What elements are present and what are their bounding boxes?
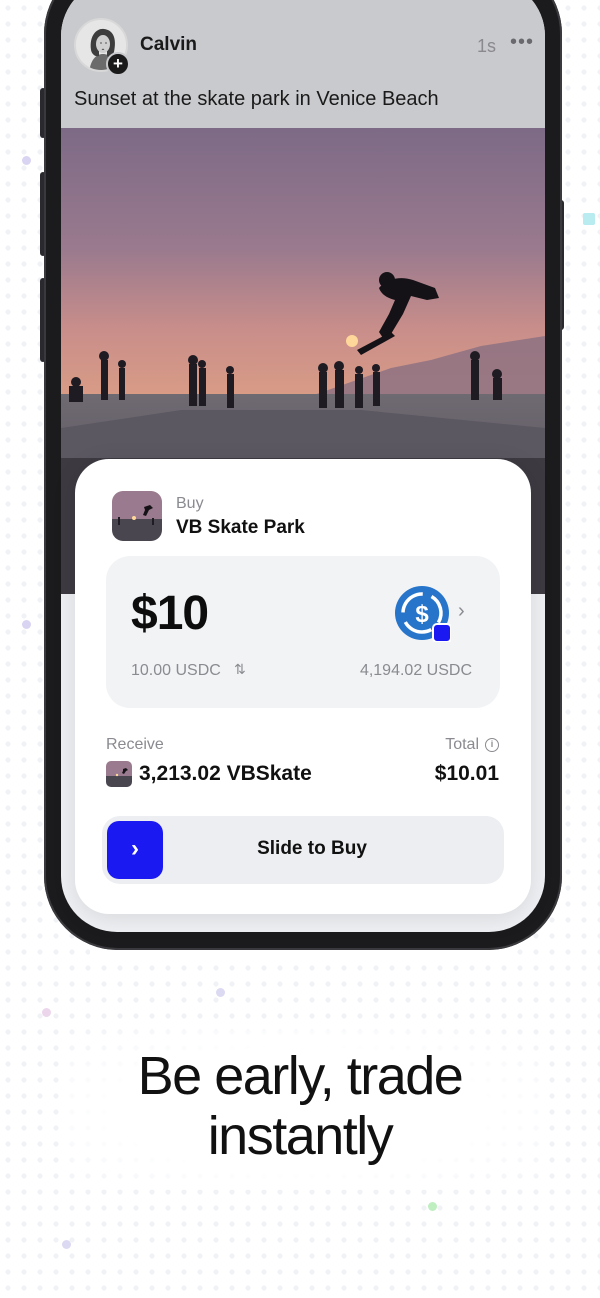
follow-plus-icon[interactable]: +: [106, 52, 130, 76]
total-label: Total: [445, 736, 479, 753]
chevron-right-icon[interactable]: ›: [458, 600, 465, 623]
background-speck: [42, 1008, 51, 1017]
background-speck: [62, 1240, 71, 1249]
buy-sheet: Buy VB Skate Park $10 $ › 10.00 USDC ⇅ 4…: [75, 459, 531, 914]
receive-token-thumbnail: [106, 761, 132, 787]
more-horizontal-icon[interactable]: •••: [510, 31, 534, 54]
receive-label: Receive: [106, 736, 164, 753]
slide-to-buy-label: Slide to Buy: [257, 838, 367, 859]
headline: Be early, trade instantly: [0, 1046, 600, 1166]
slider-knob-chevron-right-icon[interactable]: ›: [107, 821, 163, 879]
headline-line-1: Be early, trade: [137, 1046, 464, 1106]
headline-line-2: instantly: [207, 1106, 394, 1166]
usdc-amount: 10.00 USDC: [131, 662, 221, 679]
amount-input-box[interactable]: $10 $ › 10.00 USDC ⇅ 4,194.02 USDC: [106, 556, 500, 708]
background-speck: [22, 620, 31, 629]
buy-label: Buy: [176, 495, 204, 512]
swap-icon[interactable]: ⇅: [234, 661, 246, 678]
token-name: VB Skate Park: [176, 517, 305, 538]
svg-text:$: $: [415, 601, 429, 628]
background-speck: [583, 213, 595, 225]
background-speck: [428, 1202, 437, 1211]
receive-amount: 3,213.02 VBSkate: [139, 762, 312, 785]
usdc-token-icon[interactable]: $: [395, 586, 452, 643]
info-icon[interactable]: i: [485, 738, 499, 752]
slide-to-buy-slider[interactable]: Slide to Buy ›: [102, 816, 504, 884]
background-speck: [22, 156, 31, 165]
post-caption: Sunset at the skate park in Venice Beach: [74, 88, 439, 110]
post-header: + Calvin 1s ••• Sunset at the skate park…: [61, 0, 545, 128]
buy-amount[interactable]: $10: [131, 586, 209, 641]
usdc-balance: 4,194.02 USDC: [359, 662, 472, 679]
token-thumbnail: [112, 491, 162, 541]
background-speck: [216, 988, 225, 997]
total-amount: $10.01: [434, 762, 499, 785]
post-timestamp: 1s: [477, 36, 497, 56]
post-username[interactable]: Calvin: [140, 34, 197, 56]
